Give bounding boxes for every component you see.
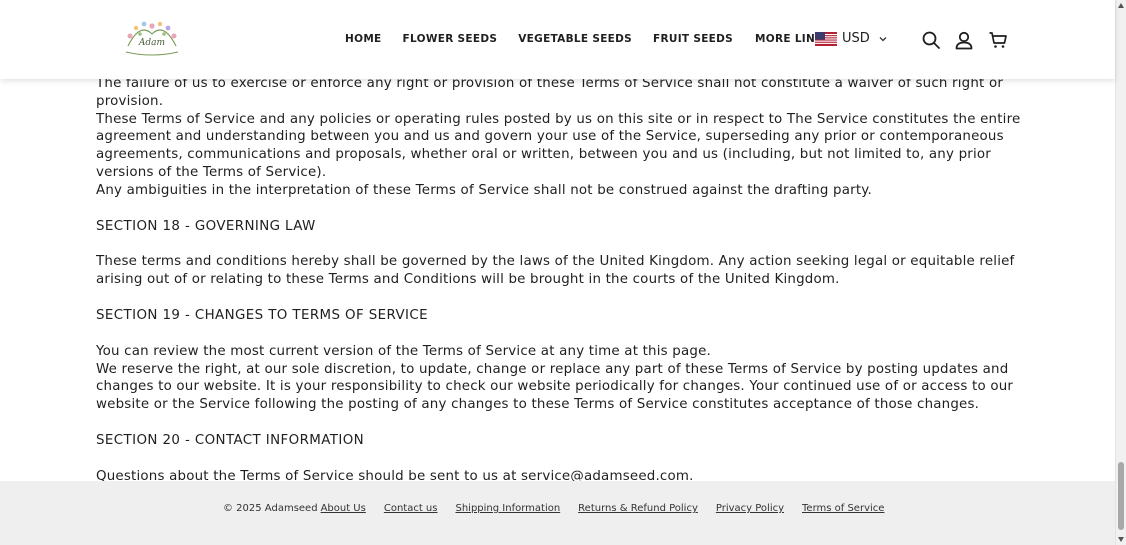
us-flag-icon [815, 31, 837, 46]
nav-vegetable-seeds[interactable]: VEGETABLE SEEDS [518, 33, 632, 45]
footer-link-shipping-information[interactable]: Shipping Information [455, 503, 560, 514]
section-19-text-1: You can review the most current version … [96, 343, 711, 359]
currency-selector[interactable]: USD [815, 31, 887, 46]
nav-fruit-seeds[interactable]: FRUIT SEEDS [653, 33, 733, 45]
footer-link-terms-of-service[interactable]: Terms of Service [802, 503, 884, 514]
scroll-up-arrow-icon[interactable] [1118, 3, 1124, 8]
page-scrollbar[interactable] [1115, 0, 1126, 545]
nav-home[interactable]: HOME [345, 33, 382, 45]
main-nav: HOME FLOWER SEEDS VEGETABLE SEEDS FRUIT … [345, 33, 831, 45]
scroll-down-arrow-icon[interactable] [1118, 537, 1124, 542]
section-19-heading: SECTION 19 - CHANGES TO TERMS OF SERVICE [96, 307, 429, 323]
section-19-text-2: We reserve the right, at our sole discre… [96, 361, 1014, 413]
waiver-paragraph: The failure of us to exercise or enforce… [96, 76, 1004, 109]
logo-icon: Adam [125, 21, 179, 56]
chevron-down-icon [879, 36, 887, 41]
footer-link-contact-us[interactable]: Contact us [384, 503, 438, 514]
entire-agreement-paragraph: These Terms of Service and any policies … [96, 111, 1021, 180]
site-header: Adam HOME FLOWER SEEDS VEGETABLE SEEDS F… [0, 0, 1115, 79]
currency-label: USD [842, 31, 870, 46]
account-icon[interactable] [954, 30, 974, 50]
site-footer: © 2025 Adamseed About Us Contact us Ship… [0, 481, 1115, 545]
search-icon[interactable] [921, 30, 941, 50]
svg-text:Adam: Adam [138, 38, 165, 48]
section-18-heading: SECTION 18 - GOVERNING LAW [96, 218, 316, 234]
cart-icon[interactable] [988, 30, 1008, 50]
ambiguities-paragraph: Any ambiguities in the interpretation of… [96, 182, 872, 198]
section-20-heading: SECTION 20 - CONTACT INFORMATION [96, 432, 365, 448]
terms-content: The failure of us to exercise or enforce… [96, 71, 1021, 486]
footer-link-returns-refund-policy[interactable]: Returns & Refund Policy [578, 503, 698, 514]
nav-flower-seeds[interactable]: FLOWER SEEDS [403, 33, 498, 45]
footer-links: © 2025 Adamseed About Us Contact us Ship… [223, 503, 884, 514]
section-18-text: These terms and conditions hereby shall … [96, 254, 1015, 288]
copyright-text: © 2025 Adamseed [223, 503, 318, 514]
footer-link-privacy-policy[interactable]: Privacy Policy [716, 503, 784, 514]
scrollbar-thumb[interactable] [1118, 462, 1124, 530]
footer-link-about-us[interactable]: About Us [321, 503, 366, 514]
site-logo[interactable]: Adam [120, 16, 184, 60]
